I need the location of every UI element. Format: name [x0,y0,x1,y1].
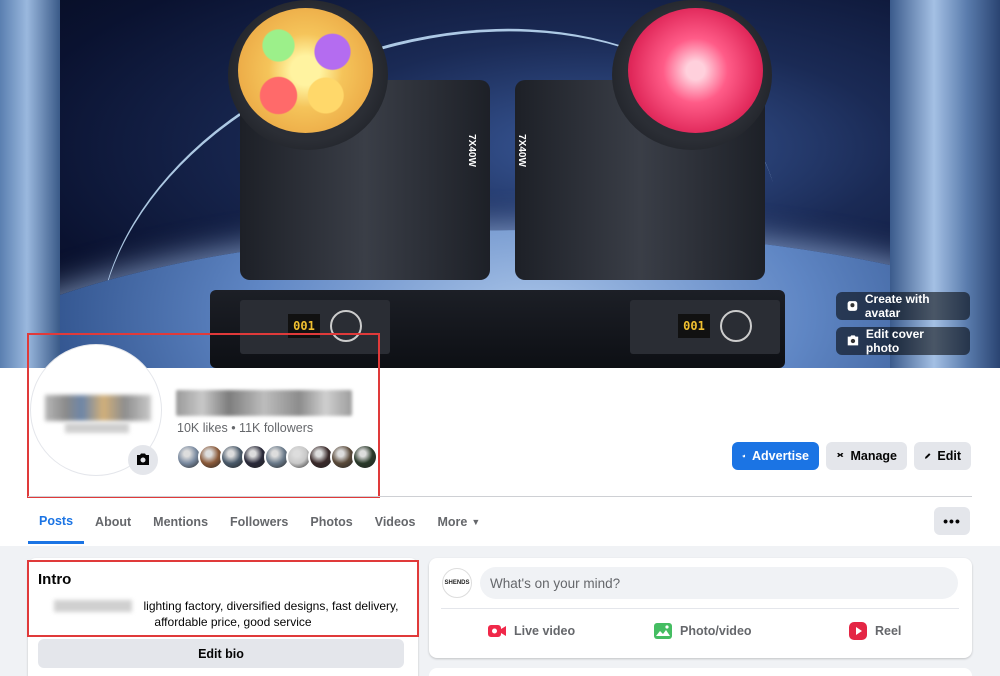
tab-about[interactable]: About [84,500,142,544]
avatar-icon [847,301,858,311]
advertise-label: Advertise [752,449,809,463]
led-display-right: 001 [678,314,710,338]
caret-down-icon: ▼ [471,517,481,527]
composer-divider [441,608,959,609]
fixture-right-label: 7X40W [515,134,527,167]
tab-followers[interactable]: Followers [219,500,299,544]
highlight-box-profile [27,333,380,498]
fixture-left-lens [238,8,373,133]
fixture-right-lens [628,8,763,133]
profile-tabs: Posts About Mentions Followers Photos Vi… [28,500,491,546]
reel-button[interactable]: Reel [848,618,901,644]
manage-button[interactable]: Manage [826,442,907,470]
reel-label: Reel [875,624,902,638]
next-post-card [429,668,972,676]
live-video-button[interactable]: Live video [487,618,575,644]
advertise-button[interactable]: Advertise [732,442,819,470]
edit-button[interactable]: Edit [914,442,971,470]
dial-right [720,310,752,342]
edit-bio-button[interactable]: Edit bio [38,639,404,668]
whats-on-your-mind-input[interactable] [480,567,958,599]
fixture-panel-right: 001 [630,300,780,354]
tab-videos[interactable]: Videos [364,500,427,544]
fixture-left-label: 7X40W [465,134,477,167]
manage-label: Manage [850,449,897,463]
tab-photos[interactable]: Photos [299,500,363,544]
create-with-avatar-label: Create with avatar [864,292,930,320]
edit-cover-photo-button[interactable]: Edit cover photo [836,327,970,355]
header-divider [28,496,972,497]
photo-video-label: Photo/video [680,624,752,638]
reel-icon [849,622,867,640]
megaphone-icon [742,454,746,458]
photo-icon [654,623,672,639]
highlight-box-intro [27,560,419,637]
live-video-icon [488,625,506,637]
tools-icon [837,452,844,458]
create-with-avatar-button[interactable]: Create with avatar [836,292,970,320]
more-options-button[interactable]: ••• [934,507,970,535]
edit-label: Edit [937,449,961,463]
pencil-icon [924,453,931,459]
photo-video-button[interactable]: Photo/video [653,618,752,644]
composer-avatar[interactable]: SHENDS [442,568,472,598]
tab-posts[interactable]: Posts [28,500,85,544]
live-video-label: Live video [514,624,576,638]
tab-mentions[interactable]: Mentions [142,500,219,544]
tab-more[interactable]: More ▼ [426,500,491,544]
tab-more-label: More [437,515,468,529]
cover-rocket-left [0,0,60,368]
cover-photo[interactable]: 7X40W 7X40W 001 001 Create with avatar E… [0,0,1000,368]
edit-cover-photo-label: Edit cover photo [865,327,924,355]
camera-icon [847,335,859,346]
